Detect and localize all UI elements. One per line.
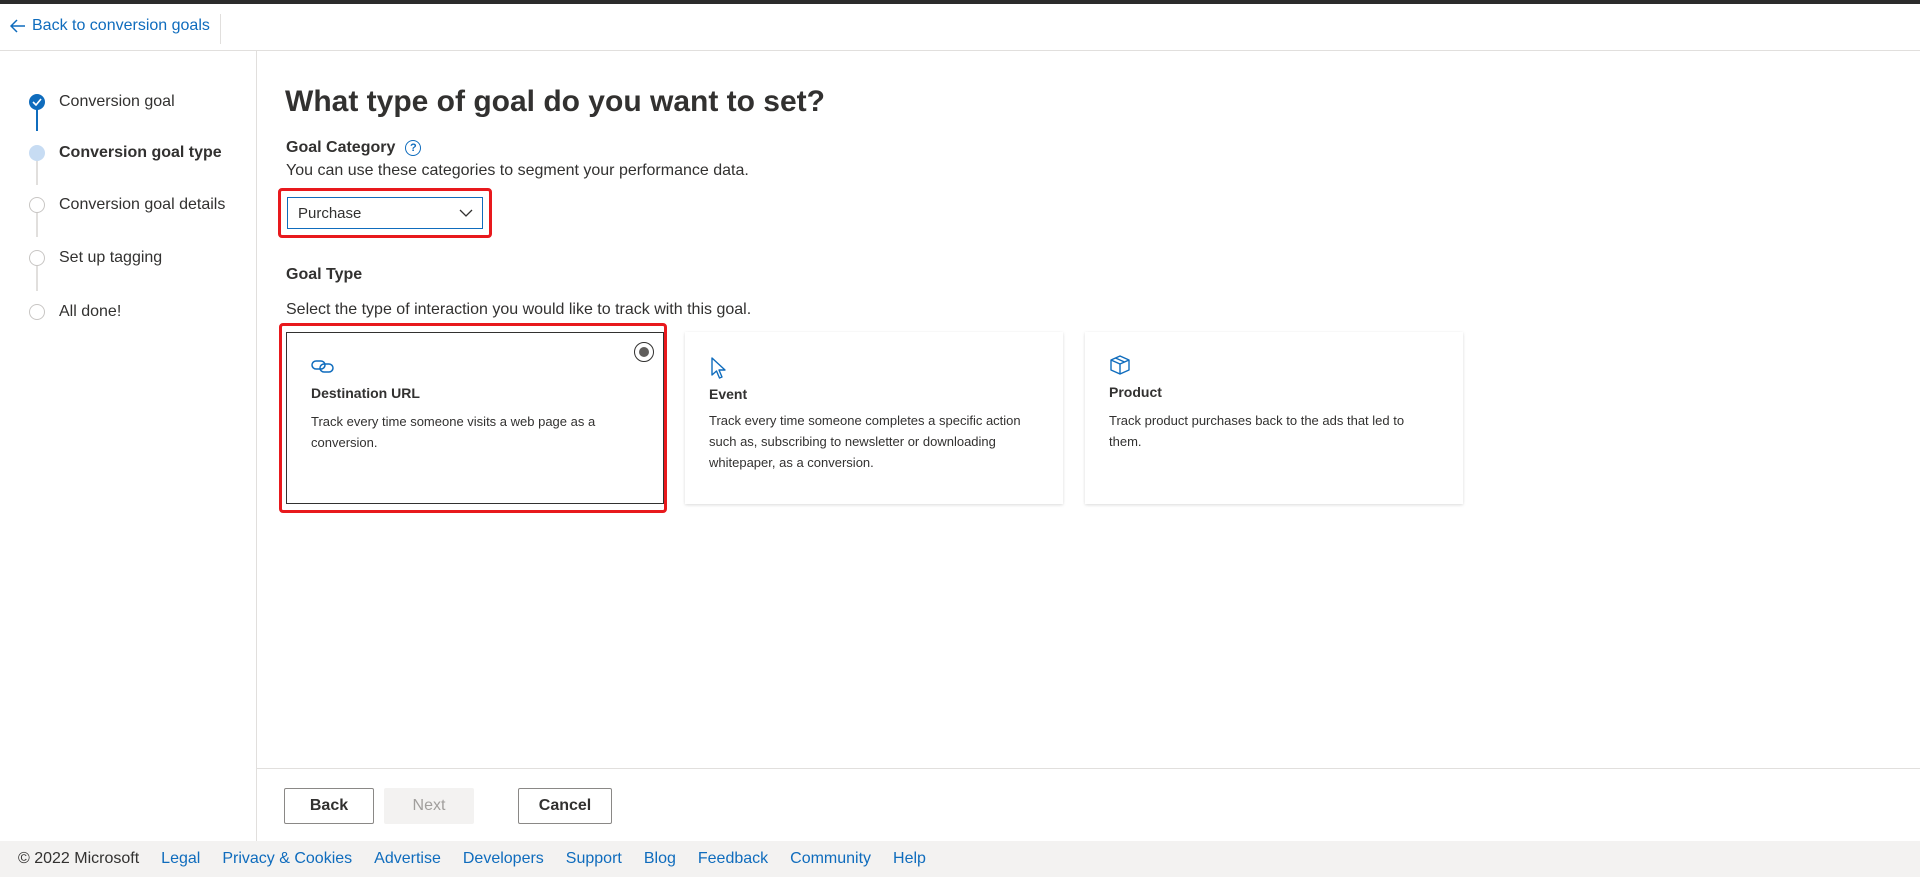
footer-link-community[interactable]: Community bbox=[790, 850, 871, 868]
step-conversion-goal-details[interactable]: Conversion goal details bbox=[29, 196, 225, 214]
pending-step-icon bbox=[29, 197, 45, 213]
footer-link-feedback[interactable]: Feedback bbox=[698, 850, 768, 868]
copyright-text: © 2022 Microsoft bbox=[18, 850, 140, 867]
step-all-done[interactable]: All done! bbox=[29, 303, 121, 321]
page-header: Back to conversion goals bbox=[0, 4, 1920, 51]
cursor-icon bbox=[711, 357, 726, 379]
step-label: All done! bbox=[59, 303, 122, 320]
goal-category-text: Goal Category bbox=[286, 139, 396, 156]
arrow-left-icon bbox=[10, 19, 25, 33]
wizard-actions: Back Next Cancel bbox=[257, 768, 1920, 843]
box-icon bbox=[1110, 355, 1130, 375]
card-destination-url[interactable]: Destination URL Track every time someone… bbox=[286, 332, 664, 504]
cancel-button[interactable]: Cancel bbox=[518, 788, 612, 824]
footer-link-blog[interactable]: Blog bbox=[644, 850, 676, 868]
back-to-goals-link[interactable]: Back to conversion goals bbox=[10, 17, 210, 35]
page-footer: © 2022 Microsoft Legal Privacy & Cookies… bbox=[0, 841, 1920, 877]
help-icon[interactable]: ? bbox=[405, 139, 422, 156]
step-conversion-goal-type[interactable]: Conversion goal type bbox=[29, 144, 222, 162]
goal-category-label: Goal Category? bbox=[286, 139, 422, 157]
card-description: Track every time someone visits a web pa… bbox=[311, 414, 596, 450]
footer-link-help[interactable]: Help bbox=[893, 850, 926, 868]
step-conversion-goal[interactable]: Conversion goal bbox=[29, 93, 175, 111]
step-label: Conversion goal details bbox=[59, 196, 226, 213]
current-step-icon bbox=[29, 145, 45, 161]
page-title: What type of goal do you want to set? bbox=[285, 85, 825, 118]
goal-type-description: Select the type of interaction you would… bbox=[286, 301, 752, 318]
goal-type-label: Goal Type bbox=[286, 266, 363, 283]
pending-step-icon bbox=[29, 250, 45, 266]
selected-radio-icon[interactable] bbox=[634, 342, 654, 362]
back-button[interactable]: Back bbox=[284, 788, 374, 824]
goal-category-dropdown[interactable]: Purchase bbox=[287, 197, 483, 229]
link-icon bbox=[311, 360, 334, 373]
card-event[interactable]: Event Track every time someone completes… bbox=[685, 332, 1063, 504]
step-sidebar: Conversion goal Conversion goal type Con… bbox=[0, 51, 257, 841]
footer-link-support[interactable]: Support bbox=[566, 850, 622, 868]
step-label: Conversion goal bbox=[59, 93, 175, 110]
dropdown-value: Purchase bbox=[298, 204, 362, 222]
card-title: Product bbox=[1109, 384, 1162, 400]
card-description: Track every time someone completes a spe… bbox=[709, 413, 1021, 470]
footer-link-legal[interactable]: Legal bbox=[161, 850, 200, 868]
goal-category-description: You can use these categories to segment … bbox=[286, 162, 749, 179]
check-icon bbox=[29, 94, 45, 110]
card-title: Destination URL bbox=[311, 385, 420, 401]
footer-link-advertise[interactable]: Advertise bbox=[374, 850, 441, 868]
footer-link-privacy[interactable]: Privacy & Cookies bbox=[222, 850, 352, 868]
category-highlight: Purchase bbox=[278, 188, 492, 238]
step-set-up-tagging[interactable]: Set up tagging bbox=[29, 249, 162, 267]
step-label: Set up tagging bbox=[59, 249, 163, 266]
main-content: What type of goal do you want to set? Go… bbox=[257, 51, 1920, 824]
chevron-down-icon bbox=[459, 209, 473, 217]
step-label: Conversion goal type bbox=[59, 144, 222, 161]
back-link-label: Back to conversion goals bbox=[32, 17, 210, 34]
card-title: Event bbox=[709, 386, 748, 402]
header-divider bbox=[220, 14, 221, 44]
card-description: Track product purchases back to the ads … bbox=[1109, 413, 1405, 449]
next-button[interactable]: Next bbox=[384, 788, 474, 824]
footer-link-developers[interactable]: Developers bbox=[463, 850, 544, 868]
card-product[interactable]: Product Track product purchases back to … bbox=[1085, 332, 1463, 504]
pending-step-icon bbox=[29, 304, 45, 320]
